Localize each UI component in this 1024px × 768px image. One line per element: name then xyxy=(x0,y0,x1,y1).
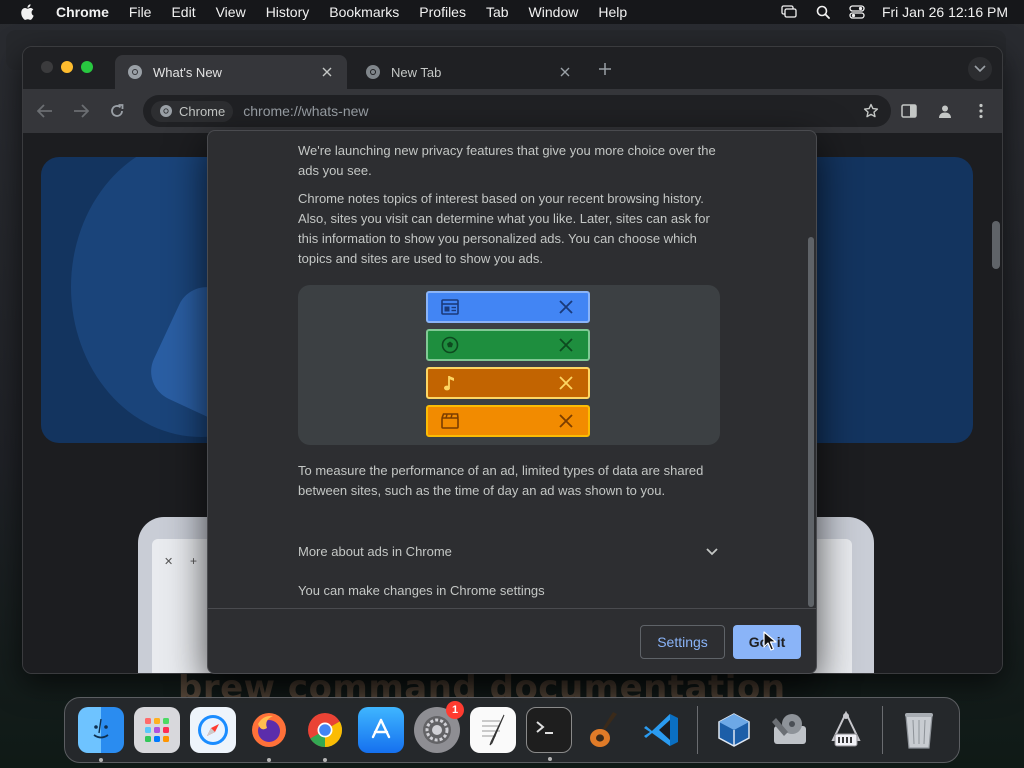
dock-separator xyxy=(697,706,698,754)
newspaper-icon xyxy=(440,297,460,317)
menu-file[interactable]: File xyxy=(119,4,162,20)
reload-icon[interactable] xyxy=(107,101,127,121)
forward-arrow-icon[interactable] xyxy=(71,101,91,121)
back-arrow-icon[interactable] xyxy=(35,101,55,121)
ad-privacy-dialog: We're launching new privacy features tha… xyxy=(207,130,817,674)
menu-tab[interactable]: Tab xyxy=(476,4,519,20)
dialog-intro-text: We're launching new privacy features tha… xyxy=(298,143,716,178)
chrome-favicon-icon xyxy=(366,65,380,79)
dock-separator xyxy=(882,706,883,754)
settings-button[interactable]: Settings xyxy=(640,625,725,659)
topic-pill-movies xyxy=(426,405,590,437)
menu-help[interactable]: Help xyxy=(588,4,637,20)
remove-topic-close-icon[interactable] xyxy=(556,335,576,355)
menu-bookmarks[interactable]: Bookmarks xyxy=(319,4,409,20)
dock-system-information-icon[interactable] xyxy=(823,707,869,753)
dialog-settings-note: You can make changes in Chrome settings xyxy=(298,583,545,598)
site-chip-label: Chrome xyxy=(179,103,226,119)
apple-icon[interactable] xyxy=(18,3,36,21)
topic-pill-sports xyxy=(426,329,590,361)
screen-mirroring-icon[interactable] xyxy=(780,4,798,20)
tab-strip: What's New New Tab xyxy=(23,47,1002,89)
control-center-icon[interactable] xyxy=(848,4,866,20)
remove-topic-close-icon[interactable] xyxy=(556,297,576,317)
dialog-scrollbar[interactable] xyxy=(808,237,814,607)
new-tab-plus-icon[interactable] xyxy=(595,59,615,79)
chrome-favicon-icon xyxy=(128,65,142,79)
notification-badge: 1 xyxy=(446,701,464,719)
tab-search-chevron-icon[interactable] xyxy=(968,57,992,81)
tab-label: What's New xyxy=(153,64,222,80)
dock-vscode-icon[interactable] xyxy=(638,707,684,753)
soccer-ball-icon xyxy=(440,335,460,355)
music-note-icon xyxy=(440,373,460,393)
more-menu-icon[interactable] xyxy=(971,101,991,121)
dock-disk-utility-icon[interactable] xyxy=(767,707,813,753)
dock-trash-icon[interactable] xyxy=(896,707,942,753)
menu-history[interactable]: History xyxy=(256,4,320,20)
dock-finder-icon[interactable] xyxy=(78,707,124,762)
menu-profiles[interactable]: Profiles xyxy=(409,4,476,20)
topic-pill-news xyxy=(426,291,590,323)
dock: 1 xyxy=(64,697,960,763)
address-bar[interactable]: Chrome chrome://whats-new xyxy=(143,95,891,127)
dock-garageband-icon[interactable] xyxy=(582,707,628,753)
expander-label: More about ads in Chrome xyxy=(298,543,452,559)
menu-bar: Chrome File Edit View History Bookmarks … xyxy=(0,0,1024,24)
site-info-chip[interactable]: Chrome xyxy=(151,100,234,122)
window-close-button[interactable] xyxy=(41,61,53,73)
url-text[interactable]: chrome://whats-new xyxy=(243,103,368,119)
remove-topic-close-icon[interactable] xyxy=(556,373,576,393)
menu-app-name[interactable]: Chrome xyxy=(46,4,119,20)
window-minimize-button[interactable] xyxy=(61,61,73,73)
dialog-measurement-text: To measure the performance of an ad, lim… xyxy=(298,463,704,498)
window-zoom-button[interactable] xyxy=(81,61,93,73)
side-panel-icon[interactable] xyxy=(899,101,919,121)
tab-close-icon[interactable] xyxy=(319,64,335,80)
tab-label: New Tab xyxy=(391,64,442,80)
running-indicator xyxy=(99,758,103,762)
chevron-down-icon xyxy=(706,544,718,559)
dock-app-store-icon[interactable] xyxy=(358,707,404,753)
menu-edit[interactable]: Edit xyxy=(161,4,205,20)
more-about-ads-expander[interactable]: More about ads in Chrome xyxy=(298,539,718,563)
dock-chrome-icon[interactable] xyxy=(302,707,348,762)
spotlight-search-icon[interactable] xyxy=(814,4,832,20)
bookmark-star-icon[interactable] xyxy=(861,101,881,121)
dialog-scroll-area: We're launching new privacy features tha… xyxy=(208,131,808,607)
mouse-pointer-icon xyxy=(763,631,777,651)
chrome-logo-icon xyxy=(160,105,172,117)
page-scrollbar[interactable] xyxy=(992,221,1000,269)
tab-close-icon[interactable] xyxy=(557,64,573,80)
dock-safari-icon[interactable] xyxy=(190,707,236,753)
running-indicator xyxy=(323,758,327,762)
dock-launchpad-icon[interactable] xyxy=(134,707,180,753)
running-indicator xyxy=(548,757,552,761)
dialog-footer-divider xyxy=(208,608,816,609)
dock-terminal-icon[interactable] xyxy=(526,707,572,761)
ad-topics-illustration xyxy=(298,285,720,445)
profile-avatar-icon[interactable] xyxy=(935,101,955,121)
menu-window[interactable]: Window xyxy=(519,4,589,20)
preview-plus-icon: + xyxy=(190,554,198,568)
topic-pill-music xyxy=(426,367,590,399)
tab-new-tab[interactable]: New Tab xyxy=(353,55,585,89)
running-indicator xyxy=(267,758,271,762)
menu-view[interactable]: View xyxy=(206,4,256,20)
dock-virtualbox-icon[interactable] xyxy=(711,707,757,753)
dialog-topics-text: Chrome notes topics of interest based on… xyxy=(298,191,710,266)
remove-topic-close-icon[interactable] xyxy=(556,411,576,431)
toolbar: Chrome chrome://whats-new xyxy=(23,89,1002,133)
tab-whats-new[interactable]: What's New xyxy=(115,55,347,89)
dock-system-settings-icon[interactable]: 1 xyxy=(414,701,464,753)
dock-textedit-icon[interactable] xyxy=(470,707,516,753)
clapperboard-icon xyxy=(440,411,460,431)
window-controls xyxy=(41,61,93,73)
preview-close-icon: ✕ xyxy=(164,556,174,568)
dock-firefox-icon[interactable] xyxy=(246,707,292,762)
menu-clock[interactable]: Fri Jan 26 12:16 PM xyxy=(882,4,1008,20)
